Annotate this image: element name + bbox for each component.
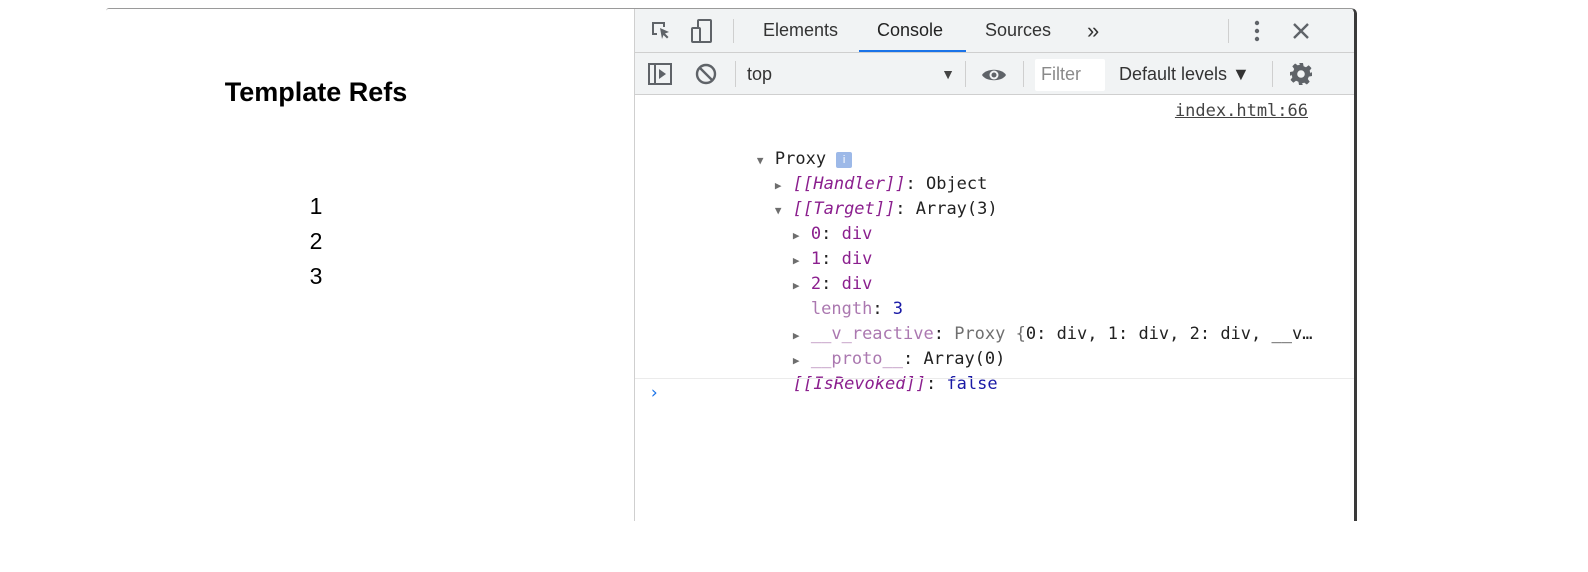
tree-row-element[interactable]: ▶ 1: div — [711, 223, 872, 269]
source-link[interactable]: index.html:66 — [1175, 101, 1308, 121]
toolbar-separator — [1272, 61, 1273, 87]
list-item: 2 — [309, 228, 323, 254]
more-tabs-button[interactable]: » — [1085, 9, 1101, 52]
browser-window: Template Refs 1 2 3 Elements Console Sou… — [106, 8, 1357, 521]
context-value: top — [747, 64, 773, 84]
toolbar-separator — [733, 19, 734, 43]
prompt-chevron-icon: › — [649, 383, 660, 403]
devtools-panel: Elements Console Sources » top ▼ Filter … — [634, 9, 1354, 521]
tree-row-target[interactable]: ▼ [[Target]]: Array(3) — [693, 173, 998, 219]
toolbar-separator — [735, 61, 736, 87]
active-tab-indicator — [859, 50, 966, 52]
log-levels-dropdown[interactable]: Default levels ▼ — [1119, 59, 1250, 89]
tree-row-proxy[interactable]: ▼ Proxy i — [675, 123, 853, 169]
tree-row-element[interactable]: ▶ 2: div — [711, 248, 872, 294]
console-output: index.html:66 ▼ Proxy i ▶ [[Handler]]: Obje… — [635, 95, 1354, 521]
page-viewport: Template Refs 1 2 3 — [106, 9, 634, 521]
console-prompt: › — [635, 378, 1354, 409]
device-toggle-icon[interactable] — [690, 18, 714, 49]
tree-row-element[interactable]: ▶ 0: div — [711, 198, 872, 244]
tab-console[interactable]: Console — [875, 9, 945, 52]
console-input[interactable] — [671, 383, 1311, 407]
tree-row-revoked: [[IsRevoked]]: false — [792, 374, 998, 394]
clear-console-icon[interactable] — [694, 62, 718, 91]
context-selector[interactable]: top ▼ — [747, 59, 961, 89]
kebab-menu-icon[interactable] — [1251, 19, 1263, 48]
toolbar-separator — [1023, 61, 1024, 87]
tree-row-handler[interactable]: ▶ [[Handler]]: Object — [693, 148, 988, 194]
tree-row-proto[interactable]: ▶ __proto__: Array(0) — [711, 323, 1006, 369]
toolbar-separator — [1228, 19, 1229, 43]
sidebar-toggle-icon[interactable] — [648, 63, 672, 90]
dropdown-arrow-icon: ▼ — [941, 66, 955, 82]
toolbar-separator — [965, 61, 966, 87]
reactive-value-preview: 0: div, 1: div, 2: div, __v… — [1025, 324, 1313, 344]
eye-icon[interactable] — [981, 66, 1007, 89]
tab-sources[interactable]: Sources — [983, 9, 1053, 52]
list-item: 1 — [309, 193, 323, 219]
gear-icon[interactable] — [1289, 62, 1313, 91]
tree-row-length: length: 3 — [810, 299, 904, 319]
inspect-element-icon[interactable] — [649, 19, 673, 48]
filter-input[interactable] — [1035, 59, 1107, 89]
devtools-tabbar: Elements Console Sources » — [635, 9, 1354, 53]
target-value: Array(3) — [915, 199, 998, 219]
tab-elements[interactable]: Elements — [761, 9, 840, 52]
filter-box — [1035, 59, 1107, 91]
list-item: 3 — [309, 263, 323, 289]
page-title: Template Refs — [224, 77, 408, 107]
close-icon[interactable] — [1291, 21, 1311, 46]
tree-row-reactive[interactable]: ▶ __v_reactive: Proxy {0: div, 1: div, 2:… — [711, 298, 1313, 344]
